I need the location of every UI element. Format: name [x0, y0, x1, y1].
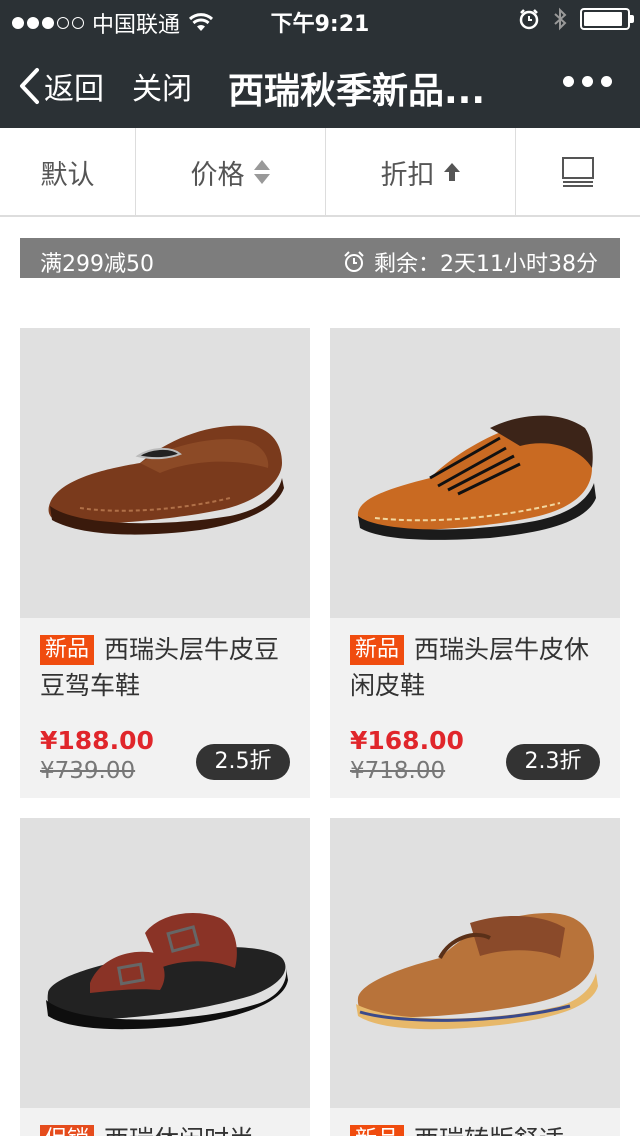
loafer-shoe-image — [48, 425, 284, 535]
product-original-price: ¥718.00 — [350, 758, 446, 784]
product-name: 西瑞转版舒适 — [414, 1125, 564, 1136]
product-title: 新品 西瑞头层牛皮休闲皮鞋 — [350, 632, 602, 704]
product-title: 新品西瑞转版舒适 — [350, 1122, 602, 1136]
nav-bar: 返回 关闭 西瑞秋季新品... — [0, 40, 640, 128]
sort-price-tab[interactable]: 价格 — [136, 128, 325, 216]
product-image — [20, 818, 310, 1108]
status-bar: 中国联通 下午9:21 — [0, 0, 640, 40]
promo-deal: 满299减50 — [40, 252, 154, 277]
sort-bar: 默认 价格 折扣 — [0, 128, 640, 217]
sort-discount-label: 折扣 — [380, 159, 435, 191]
promo-banner: 满299减50 剩余：2天11小时38分 — [20, 238, 620, 278]
arrow-up-icon — [443, 163, 460, 181]
product-title: 促销西瑞休闲时尚 — [40, 1122, 292, 1136]
product-price: ¥168.00 — [350, 726, 464, 755]
alarm-clock-icon — [344, 251, 364, 272]
screen: 中国联通 下午9:21 返回 关闭 西瑞秋季新品... 默认 价格 折扣 满29… — [0, 0, 640, 1136]
product-card[interactable]: 新品 西瑞头层牛皮豆豆驾车鞋 ¥188.00 ¥739.00 2.5折 — [20, 328, 310, 798]
view-toggle-button[interactable] — [516, 128, 640, 216]
bluetooth-icon — [554, 7, 567, 31]
back-button[interactable]: 返回 — [18, 64, 104, 108]
battery-icon — [580, 8, 634, 30]
more-options-icon[interactable] — [563, 76, 612, 87]
new-tag: 新品 — [350, 1125, 405, 1136]
casual-shoe-image — [357, 415, 596, 540]
status-right — [518, 7, 634, 31]
product-original-price: ¥739.00 — [40, 758, 136, 784]
sort-default-tab[interactable]: 默认 — [0, 128, 135, 216]
list-view-icon — [562, 157, 594, 187]
sort-discount-tab[interactable]: 折扣 — [326, 128, 515, 216]
sort-price-label: 价格 — [190, 159, 245, 191]
new-tag: 新品 — [350, 635, 405, 665]
boat-shoe-image — [356, 913, 598, 1030]
product-title: 新品 西瑞头层牛皮豆豆驾车鞋 — [40, 632, 292, 704]
alarm-icon — [519, 9, 539, 30]
new-tag: 新品 — [40, 635, 95, 665]
product-card[interactable]: 新品西瑞转版舒适 — [330, 818, 620, 1136]
close-button[interactable]: 关闭 — [132, 64, 192, 108]
page-title: 西瑞秋季新品... — [228, 71, 486, 112]
product-card[interactable]: 促销西瑞休闲时尚 — [20, 818, 310, 1136]
product-price: ¥188.00 — [40, 726, 154, 755]
promo-countdown: 剩余：2天11小时38分 — [342, 246, 598, 278]
sandal-image — [46, 913, 288, 1030]
sort-default-label: 默认 — [40, 159, 95, 191]
discount-badge: 2.5折 — [196, 744, 290, 780]
sale-tag: 促销 — [40, 1125, 95, 1136]
chevron-left-icon — [20, 68, 39, 104]
discount-badge: 2.3折 — [506, 744, 600, 780]
product-image — [330, 328, 620, 618]
back-label: 返回 — [44, 72, 104, 107]
product-name: 西瑞休闲时尚 — [104, 1125, 254, 1136]
sort-updown-icon — [253, 160, 270, 184]
promo-remaining: 剩余：2天11小时38分 — [374, 252, 598, 277]
product-image — [330, 818, 620, 1108]
product-card[interactable]: 新品 西瑞头层牛皮休闲皮鞋 ¥168.00 ¥718.00 2.3折 — [330, 328, 620, 798]
product-image — [20, 328, 310, 618]
